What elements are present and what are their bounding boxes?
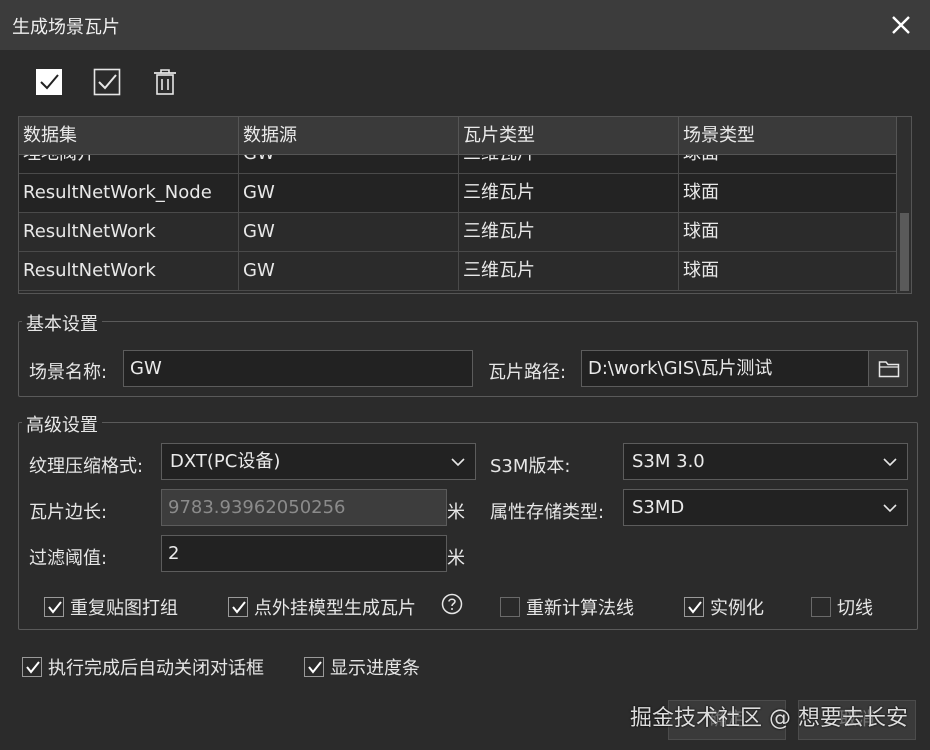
tangent-checkbox[interactable]: 切线 [811, 594, 873, 620]
tile-path-input[interactable]: D:\work\GIS\瓦片测试 [581, 350, 869, 387]
scene-name-input[interactable]: GW [123, 350, 473, 387]
texture-format-select[interactable]: DXT(PC设备) [161, 443, 476, 480]
column-header-dataset[interactable]: 数据集 [19, 117, 239, 155]
close-icon [892, 16, 910, 34]
basic-settings-title: 基本设置 [22, 310, 102, 336]
checkbox-label: 执行完成后自动关闭对话框 [48, 658, 264, 679]
dialog-title: 生成场景瓦片 [12, 17, 120, 38]
show-progress-checkbox[interactable]: 显示进度条 [304, 654, 420, 680]
texture-format-label: 纹理压缩格式: [29, 456, 144, 477]
select-inverse-button[interactable] [91, 66, 123, 98]
table-scrollbar[interactable] [896, 117, 911, 293]
column-header-datasource[interactable]: 数据源 [239, 117, 459, 155]
checkbox-box [304, 657, 324, 677]
auto-close-checkbox[interactable]: 执行完成后自动关闭对话框 [22, 654, 264, 680]
close-button[interactable] [886, 10, 916, 40]
table-row[interactable]: ResultNetWork GW 三维瓦片 球面 [19, 213, 897, 252]
dataset-table: 数据集 数据源 瓦片类型 场景类型 埋地阀井 GW 三维瓦片 球面 Result… [18, 116, 912, 294]
attribute-storage-label: 属性存储类型: [490, 502, 605, 523]
folder-icon [878, 361, 900, 378]
filter-threshold-unit: 米 [447, 548, 465, 569]
tile-size-unit: 米 [447, 502, 465, 523]
cell-scene-type: 球面 [679, 155, 897, 173]
cell-tile-type: 三维瓦片 [459, 174, 679, 212]
cell-datasource: GW [239, 213, 459, 251]
recalculate-normals-checkbox[interactable]: 重新计算法线 [500, 594, 634, 620]
cell-dataset: ResultNetWork [19, 252, 239, 290]
attribute-storage-value: S3MD [632, 497, 685, 518]
watermark-text: 掘金技术社区 @ 想要去长安 [630, 706, 908, 731]
cell-dataset: ResultNetWork [19, 213, 239, 251]
scene-name-label: 场景名称: [29, 362, 108, 383]
s3m-version-value: S3M 3.0 [632, 451, 705, 472]
checkbox-box [22, 657, 42, 677]
checkbox-checked-icon [36, 69, 62, 95]
attribute-storage-select[interactable]: S3MD [623, 489, 908, 526]
checkbox-label: 点外挂模型生成瓦片 [254, 598, 416, 619]
instancing-checkbox[interactable]: 实例化 [684, 594, 764, 620]
cell-tile-type: 三维瓦片 [459, 213, 679, 251]
delete-button[interactable] [149, 66, 181, 98]
checkbox-inverse-icon [93, 68, 121, 96]
checkbox-label: 重新计算法线 [526, 598, 634, 619]
tile-size-label: 瓦片边长: [29, 502, 108, 523]
table-row[interactable]: ResultNetWork GW 三维瓦片 球面 [19, 252, 897, 291]
check-icon [308, 661, 322, 674]
checkbox-label: 重复贴图打组 [70, 598, 178, 619]
cell-dataset: 埋地阀井 [19, 155, 239, 173]
checkbox-box [811, 597, 831, 617]
check-icon [232, 601, 246, 614]
trash-icon [154, 69, 176, 95]
check-icon [688, 601, 702, 614]
table-row[interactable]: ResultNetWork_Node GW 三维瓦片 球面 [19, 174, 897, 213]
check-icon [48, 601, 62, 614]
cell-scene-type: 球面 [679, 174, 897, 212]
column-header-tile-type[interactable]: 瓦片类型 [459, 117, 679, 155]
checkbox-box [684, 597, 704, 617]
help-icon[interactable] [441, 593, 463, 615]
chevron-down-icon [883, 458, 897, 467]
checkbox-label: 显示进度条 [330, 658, 420, 679]
filter-threshold-input[interactable]: 2 [161, 535, 447, 572]
filter-threshold-label: 过滤阈值: [29, 548, 108, 569]
chevron-down-icon [883, 504, 897, 513]
cell-datasource: GW [239, 174, 459, 212]
cell-datasource: GW [239, 252, 459, 290]
advanced-settings-title: 高级设置 [22, 411, 102, 437]
s3m-version-label: S3M版本: [490, 456, 571, 477]
checkbox-box [500, 597, 520, 617]
checkbox-label: 切线 [837, 598, 873, 619]
checkbox-label: 实例化 [710, 598, 764, 619]
browse-folder-button[interactable] [868, 350, 908, 387]
table-body: 埋地阀井 GW 三维瓦片 球面 ResultNetWork_Node GW 三维… [19, 155, 897, 293]
cell-scene-type: 球面 [679, 213, 897, 251]
title-bar: 生成场景瓦片 [0, 0, 930, 50]
check-icon [26, 661, 40, 674]
cell-dataset: ResultNetWork_Node [19, 174, 239, 212]
checkbox-box [228, 597, 248, 617]
column-header-scene-type[interactable]: 场景类型 [679, 117, 897, 155]
checkbox-box [44, 597, 64, 617]
repeat-texture-group-checkbox[interactable]: 重复贴图打组 [44, 594, 178, 620]
chevron-down-icon [451, 458, 465, 467]
point-external-model-checkbox[interactable]: 点外挂模型生成瓦片 [228, 594, 416, 620]
table-header: 数据集 数据源 瓦片类型 场景类型 [19, 117, 897, 155]
s3m-version-select[interactable]: S3M 3.0 [623, 443, 908, 480]
tile-size-input: 9783.93962050256 [161, 489, 447, 526]
cell-scene-type: 球面 [679, 252, 897, 290]
scrollbar-thumb[interactable] [900, 213, 909, 291]
texture-format-value: DXT(PC设备) [170, 451, 281, 472]
cell-tile-type: 三维瓦片 [459, 155, 679, 173]
cell-datasource: GW [239, 155, 459, 173]
table-row[interactable]: 埋地阀井 GW 三维瓦片 球面 [19, 155, 897, 174]
select-all-button[interactable] [33, 66, 65, 98]
cell-tile-type: 三维瓦片 [459, 252, 679, 290]
tile-path-label: 瓦片路径: [488, 362, 567, 383]
